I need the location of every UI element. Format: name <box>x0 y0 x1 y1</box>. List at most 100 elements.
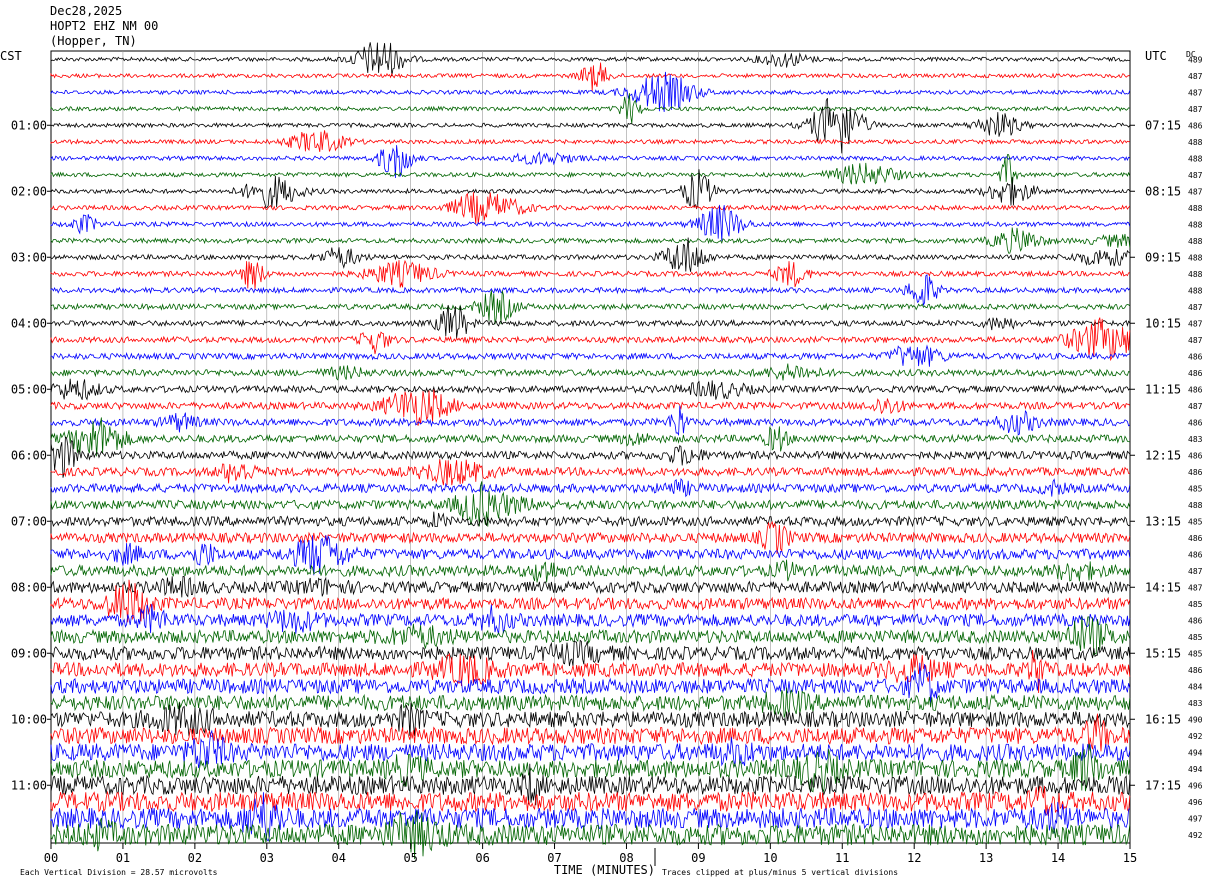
right-hour-label: 11:15 <box>1145 382 1181 396</box>
right-hour-label: 14:15 <box>1145 580 1181 594</box>
seismic-trace <box>50 259 1130 290</box>
seismic-trace <box>50 559 1131 583</box>
left-hour-label: 06:00 <box>11 448 47 462</box>
dc-value: 488 <box>1188 204 1203 213</box>
dc-value: 487 <box>1188 187 1203 196</box>
x-tick-label: 10 <box>763 851 777 865</box>
dc-value: 485 <box>1188 649 1203 658</box>
x-tick-label: 15 <box>1123 851 1137 865</box>
dc-value: 488 <box>1188 253 1203 262</box>
right-hour-label: 17:15 <box>1145 778 1181 792</box>
dc-value: 492 <box>1188 732 1203 741</box>
x-tick-label: 09 <box>691 851 705 865</box>
dc-value: 486 <box>1188 550 1203 559</box>
seismic-trace <box>50 227 1131 254</box>
right-hour-label: 07:15 <box>1145 118 1181 132</box>
left-hour-label: 02:00 <box>11 184 47 198</box>
seismic-trace <box>50 237 1131 272</box>
dc-value: 488 <box>1188 501 1203 510</box>
footer-clip-note: Traces clipped at plus/minus 5 vertical … <box>662 868 898 877</box>
dc-value: 486 <box>1188 385 1203 394</box>
dc-value: 488 <box>1188 270 1203 279</box>
dc-value: 488 <box>1188 138 1203 147</box>
x-tick-label: 11 <box>835 851 849 865</box>
seismic-trace <box>50 305 1131 339</box>
dc-value: 487 <box>1188 567 1203 576</box>
x-tick-label: 13 <box>979 851 993 865</box>
dc-value: 487 <box>1188 105 1203 114</box>
dc-value: 487 <box>1188 88 1203 97</box>
seismic-trace <box>50 71 1131 112</box>
seismic-trace <box>50 130 1130 152</box>
left-hour-label: 11:00 <box>11 778 47 792</box>
seismic-trace <box>50 204 1131 242</box>
dc-value: 494 <box>1188 765 1203 774</box>
dc-value: 487 <box>1188 583 1203 592</box>
left-hour-label: 01:00 <box>11 118 47 132</box>
dc-value: 497 <box>1188 814 1203 823</box>
dc-value: 488 <box>1188 237 1203 246</box>
dc-value: 492 <box>1188 831 1203 840</box>
right-hour-label: 15:15 <box>1145 646 1181 660</box>
dc-value: 485 <box>1188 517 1203 526</box>
seismic-trace <box>50 93 1130 124</box>
dc-value: 487 <box>1188 336 1203 345</box>
seismic-trace <box>50 579 1131 623</box>
dc-value: 485 <box>1188 633 1203 642</box>
dc-value: 494 <box>1188 748 1203 757</box>
dc-value: 496 <box>1188 798 1203 807</box>
dc-value: 485 <box>1188 600 1203 609</box>
helicorder-chart: CST UTC DC01:0002:0003:0004:0005:0006:0007… <box>0 42 1203 877</box>
dc-value: 489 <box>1188 55 1203 64</box>
x-tick-label: 00 <box>44 851 58 865</box>
seismic-trace <box>50 662 1131 705</box>
dc-value: 490 <box>1188 715 1203 724</box>
seismic-trace <box>50 785 1131 816</box>
dc-value: 486 <box>1188 369 1203 378</box>
dc-value: 487 <box>1188 402 1203 411</box>
dc-value: 486 <box>1188 468 1203 477</box>
dc-value: 486 <box>1188 418 1203 427</box>
x-tick-label: 14 <box>1051 851 1065 865</box>
dc-value: 487 <box>1188 319 1203 328</box>
left-hour-label: 07:00 <box>11 514 47 528</box>
seismic-trace <box>50 363 1131 381</box>
left-hour-label: 08:00 <box>11 580 47 594</box>
seismic-trace <box>50 458 1130 486</box>
dc-value: 488 <box>1188 286 1203 295</box>
left-hour-label: 09:00 <box>11 646 47 660</box>
seismic-trace <box>50 687 1131 718</box>
seismic-trace <box>50 62 1130 92</box>
dc-value: 485 <box>1188 484 1203 493</box>
right-hour-label: 10:15 <box>1145 316 1181 330</box>
x-tick-label: 05 <box>403 851 417 865</box>
dc-value: 483 <box>1188 435 1203 444</box>
right-axis-title: UTC <box>1145 49 1167 63</box>
seismic-trace <box>50 511 1130 528</box>
footer-scale-note: Each Vertical Division = 28.57 microvolt… <box>20 868 218 877</box>
dc-value: 487 <box>1188 72 1203 81</box>
left-hour-label: 03:00 <box>11 250 47 264</box>
x-axis-label: TIME (MINUTES) <box>554 863 655 877</box>
dc-value: 487 <box>1188 171 1203 180</box>
x-tick-label: 06 <box>475 851 489 865</box>
left-axis-title: CST <box>0 49 22 63</box>
plot-frame <box>50 50 1131 844</box>
right-hour-label: 09:15 <box>1145 250 1181 264</box>
dc-value: 486 <box>1188 616 1203 625</box>
dc-value: 487 <box>1188 303 1203 312</box>
left-hour-label: 04:00 <box>11 316 47 330</box>
seismic-trace <box>50 273 1131 307</box>
dc-value: 484 <box>1188 682 1203 691</box>
dc-value: 486 <box>1188 534 1203 543</box>
x-tick-label: 03 <box>260 851 274 865</box>
dc-value: 496 <box>1188 781 1203 790</box>
x-tick-label: 12 <box>907 851 921 865</box>
seismic-trace <box>50 290 1131 325</box>
right-hour-label: 12:15 <box>1145 448 1181 462</box>
right-hour-label: 16:15 <box>1145 712 1181 726</box>
left-hour-label: 10:00 <box>11 712 47 726</box>
seismic-trace <box>50 344 1131 367</box>
dc-value: 486 <box>1188 451 1203 460</box>
seismic-trace <box>50 169 1131 210</box>
